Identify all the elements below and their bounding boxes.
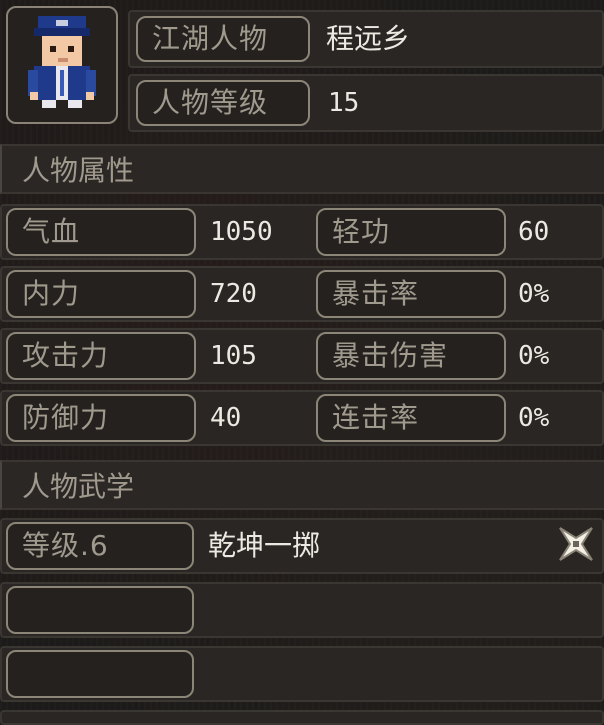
attr-crit-damage-value: 0%	[518, 341, 550, 371]
attr-attack-value: 105	[210, 341, 257, 371]
attr-combo-rate-label: 连击率	[316, 394, 506, 442]
skill-level-label-empty	[6, 650, 194, 698]
attr-combo-rate-value: 0%	[518, 403, 550, 433]
name-label: 江湖人物	[136, 16, 310, 62]
skill-name: 乾坤一掷	[208, 529, 321, 562]
attr-agility-label: 轻功	[316, 208, 506, 256]
attr-defense-label: 防御力	[6, 394, 196, 442]
attr-crit-damage-label: 暴击伤害	[316, 332, 506, 380]
shuriken-icon[interactable]	[556, 524, 596, 564]
skill-level-label: 等级.6	[6, 522, 194, 570]
attributes-section-header: 人物属性	[0, 144, 604, 194]
attr-hp-label: 气血	[6, 208, 196, 256]
character-avatar-icon	[28, 16, 96, 108]
attr-attack-label: 攻击力	[6, 332, 196, 380]
attr-mp-value: 720	[210, 279, 257, 309]
attr-crit-rate-value: 0%	[518, 279, 550, 309]
attr-agility-value: 60	[518, 217, 550, 247]
attr-defense-value: 40	[210, 403, 242, 433]
level-value: 15	[328, 88, 360, 118]
attr-mp-label: 内力	[6, 270, 196, 318]
level-label: 人物等级	[136, 80, 310, 126]
martial-section-header: 人物武学	[0, 460, 604, 510]
name-value: 程远乡	[326, 22, 411, 55]
skill-row-partial	[0, 710, 604, 725]
attr-hp-value: 1050	[210, 217, 273, 247]
skill-level-label-empty	[6, 586, 194, 634]
attr-crit-rate-label: 暴击率	[316, 270, 506, 318]
character-portrait[interactable]	[6, 6, 118, 124]
